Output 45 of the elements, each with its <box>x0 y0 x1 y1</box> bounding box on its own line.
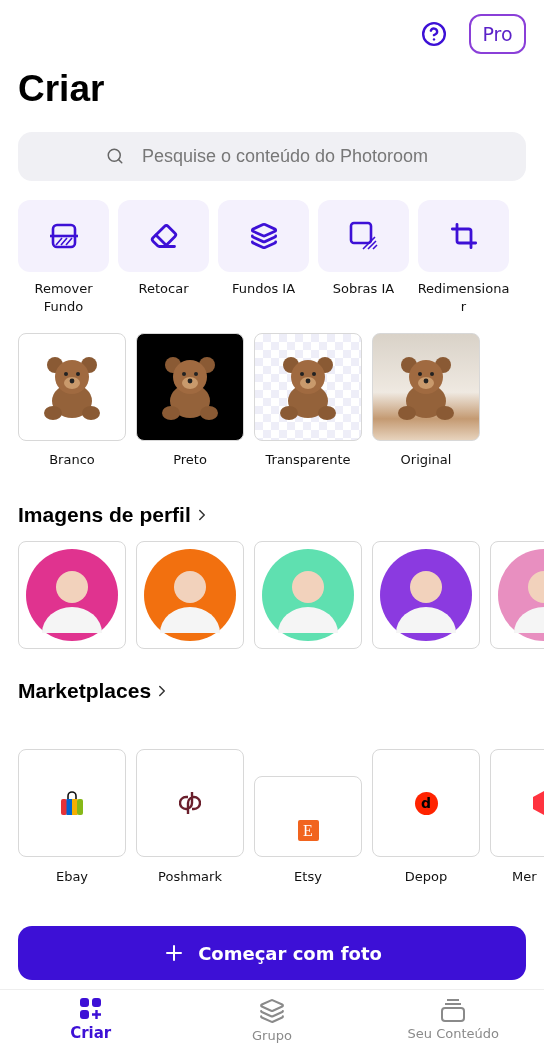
shadow-square-icon <box>348 221 379 251</box>
tool-button[interactable] <box>318 200 409 272</box>
background-label: Original <box>400 451 452 469</box>
eraser-icon <box>149 222 178 250</box>
tool-label: Sobras IA <box>332 280 395 298</box>
crop-icon <box>449 222 478 250</box>
shopping-bag-icon <box>61 791 83 815</box>
link-loop-icon <box>179 791 201 815</box>
profile-card[interactable] <box>136 541 244 649</box>
tool-button[interactable] <box>218 200 309 272</box>
marketplace-card[interactable]: E <box>254 776 362 857</box>
profile-card[interactable] <box>372 541 480 649</box>
tool-button[interactable] <box>418 200 509 272</box>
marketplace-label: Ebay <box>55 868 89 886</box>
letter-logo-icon: d <box>414 791 438 815</box>
background-label: Branco <box>49 451 95 469</box>
profile-card[interactable] <box>18 541 126 649</box>
marketplace-label: Depop <box>404 868 448 886</box>
help-icon[interactable] <box>421 21 447 47</box>
marketplace-label: Mer <box>512 868 537 886</box>
tool-label: Fundos IA <box>231 280 296 298</box>
stack-icon <box>441 998 466 1022</box>
search-icon <box>106 147 124 165</box>
background-label: Preto <box>173 451 207 469</box>
marketplace-label: Etsy <box>294 868 322 886</box>
search-field[interactable]: Pesquise o conteúdo do Photoroom <box>18 132 526 181</box>
pro-button[interactable]: Pro <box>469 14 526 54</box>
tool-label: Retocar <box>138 280 189 298</box>
background-remove-icon <box>49 223 78 249</box>
section-title: Imagens de perfil <box>18 503 191 527</box>
start-with-photo-button[interactable]: Começar com foto <box>18 926 526 980</box>
tool-button[interactable] <box>118 200 209 272</box>
tool-button[interactable] <box>18 200 109 272</box>
background-option[interactable] <box>136 333 244 441</box>
tool-label: Remover Fundo <box>33 280 94 316</box>
letter-logo-icon: E <box>297 820 319 841</box>
grid-plus-icon <box>79 998 102 1020</box>
section-title: Marketplaces <box>18 679 152 703</box>
marketplace-card[interactable]: d <box>372 749 480 857</box>
tool-label: Redimensiona r <box>417 280 510 316</box>
page-title: Criar <box>18 68 106 110</box>
background-label: Transparente <box>265 451 351 469</box>
marketplace-label: Poshmark <box>158 868 222 886</box>
layers-icon <box>249 222 278 250</box>
layers-icon <box>259 998 285 1024</box>
